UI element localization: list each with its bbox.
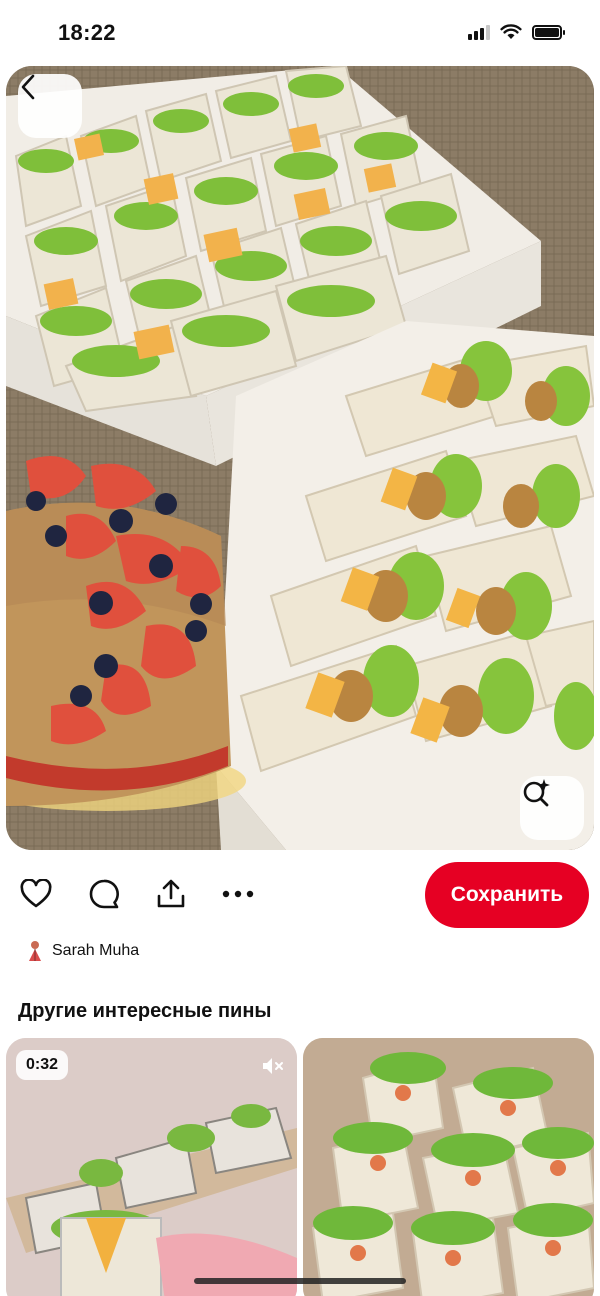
- wifi-icon: [500, 24, 522, 39]
- related-pin-image-card[interactable]: [303, 1038, 594, 1296]
- visual-search-button[interactable]: [520, 776, 584, 840]
- pin-photo: [6, 66, 594, 850]
- status-bar: 18:22: [0, 0, 600, 64]
- author-row[interactable]: Sarah Muha: [26, 940, 139, 962]
- share-icon: [157, 879, 185, 908]
- home-indicator: [194, 1278, 406, 1284]
- related-pins-title: Другие интересные пины: [18, 1000, 272, 1022]
- battery-icon: [532, 24, 565, 40]
- status-time: 18:22: [58, 20, 116, 45]
- pin-actions: Сохранить: [0, 858, 600, 932]
- cellular-signal-icon: [468, 24, 490, 40]
- more-button[interactable]: [220, 876, 256, 912]
- heart-icon: [20, 879, 52, 908]
- share-button[interactable]: [153, 876, 189, 912]
- avatar: [29, 941, 41, 961]
- author-name: Sarah Muha: [52, 942, 140, 959]
- more-icon: [222, 890, 254, 898]
- visual-search-icon: [523, 779, 550, 807]
- comment-icon: [89, 879, 119, 909]
- video-duration: 0:32: [16, 1050, 69, 1080]
- chevron-left-icon: [21, 74, 35, 100]
- mute-icon[interactable]: [261, 1056, 285, 1076]
- comment-button[interactable]: [86, 876, 122, 912]
- like-button[interactable]: [18, 876, 54, 912]
- status-icons: [468, 24, 565, 40]
- pin-image[interactable]: [6, 66, 594, 850]
- related-pin-image: [303, 1038, 594, 1296]
- save-button[interactable]: Сохранить: [425, 862, 589, 928]
- back-button[interactable]: [18, 74, 82, 138]
- related-pin-video[interactable]: 0:32: [6, 1038, 297, 1296]
